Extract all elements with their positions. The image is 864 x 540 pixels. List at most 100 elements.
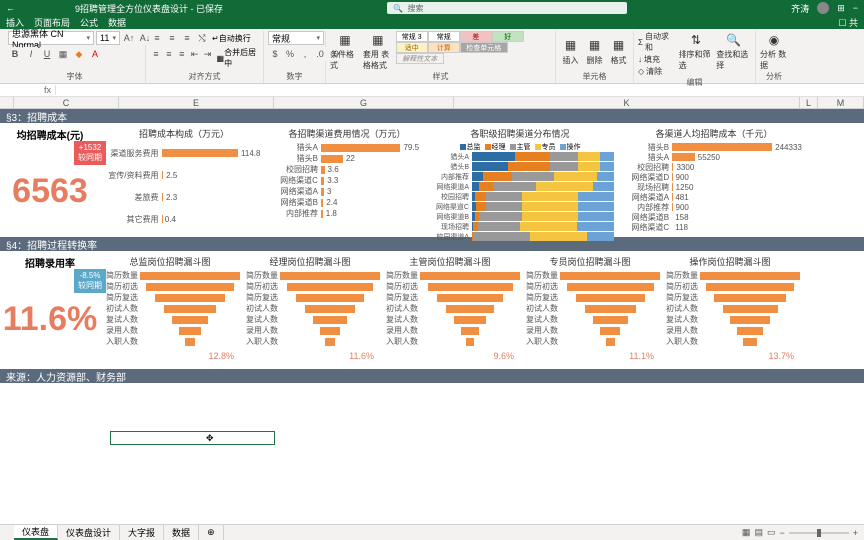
font-color-icon[interactable]: A (88, 47, 102, 61)
title-bar: ← 9招聘管理全方位仪表盘设计 - 已保存 🔍 搜索 齐涛 ⊞ − (0, 0, 864, 16)
bold-icon[interactable]: B (8, 47, 22, 61)
border-icon[interactable]: ▦ (56, 47, 70, 61)
col-header[interactable]: K (454, 97, 800, 108)
ribbon-display-icon[interactable]: ⊞ (837, 3, 845, 14)
group-cells-label: 单元格 (560, 71, 629, 83)
align-center-icon[interactable]: ≡ (163, 47, 175, 61)
align-bot-icon[interactable]: ≡ (180, 31, 194, 45)
underline-icon[interactable]: U (40, 47, 54, 61)
orientation-icon[interactable]: ⤭ (195, 31, 209, 45)
group-styles-label: 样式 (330, 71, 551, 83)
format-cells-button[interactable]: ▦格式 (608, 31, 629, 71)
indent-dec-icon[interactable]: ⇤ (189, 47, 201, 61)
group-edit-label: 编辑 (638, 77, 751, 88)
hire-rate-metric: 招聘录用率 -8.5%较同期 11.6% (0, 255, 100, 361)
document-name: 9招聘管理全方位仪表盘设计 - 已保存 (75, 2, 223, 15)
tab-data[interactable]: 数据 (108, 16, 126, 29)
per-capita-cost-chart: 各渠道人均招聘成本（千元） 猎头B244333猎头A55250校园招聘3300网… (614, 127, 814, 233)
ribbon-tabs: 插入 页面布局 公式 数据 ☐ 共 (0, 16, 864, 29)
minimize-icon[interactable]: − (853, 3, 858, 13)
merge-button[interactable]: ▦ 合并后居中 (215, 47, 259, 69)
search-icon: 🔍 (393, 4, 407, 13)
data-source-footer: 来源：人力资源部、财务部 (0, 369, 864, 383)
wrap-text-button[interactable]: ↵ 自动换行 (210, 31, 253, 45)
channel-level-dist-chart: 各职级招聘渠道分布情况 总监经理主管专员操作 猎头A猎头B内部推荐网络渠道A校园… (426, 127, 614, 233)
group-align-label: 对齐方式 (150, 71, 259, 83)
align-right-icon[interactable]: ≡ (176, 47, 188, 61)
zoom-out-button[interactable]: − (779, 528, 784, 538)
inc-decimal-icon[interactable]: .0 (313, 47, 327, 61)
share-icon[interactable]: ☐ 共 (838, 16, 858, 29)
worksheet[interactable]: §3：招聘成本 均招聘成本(元) +1532较同期 6563 招聘成本构成（万元… (0, 109, 864, 509)
font-size-combo[interactable]: 11▾ (96, 31, 120, 45)
col-header[interactable]: L (800, 97, 818, 108)
currency-icon[interactable]: $ (268, 47, 282, 61)
fx-icon[interactable]: fx (40, 85, 56, 95)
cell-style[interactable]: 好 (492, 31, 524, 42)
delete-cells-button[interactable]: ▦删除 (584, 31, 605, 71)
comma-icon[interactable]: , (298, 47, 312, 61)
sheet-tab[interactable]: 仪表盘 (14, 525, 58, 540)
metric-badge: +1532较同期 (74, 141, 106, 165)
cell-selection (110, 431, 275, 445)
percent-icon[interactable]: % (283, 47, 297, 61)
cell-style[interactable]: 适中 (396, 42, 428, 53)
col-header[interactable]: G (274, 97, 454, 108)
align-left-icon[interactable]: ≡ (150, 47, 162, 61)
metric-value: 11.6% (0, 300, 100, 339)
zoom-slider[interactable] (789, 532, 849, 534)
user-name: 齐涛 (791, 2, 809, 15)
align-mid-icon[interactable]: ≡ (165, 31, 179, 45)
format-as-table-button[interactable]: ▦套用 表格格式 (363, 31, 393, 71)
cell-style[interactable]: 差 (460, 31, 492, 42)
clear-button[interactable]: ◇ 清除 (638, 66, 662, 77)
italic-icon[interactable]: I (24, 47, 38, 61)
avatar[interactable] (817, 2, 829, 14)
cell-style[interactable]: 解释性文本 (396, 53, 444, 64)
cell-style[interactable]: 常规 (428, 31, 460, 42)
column-headers: C E G K L M (0, 97, 864, 109)
analyze-data-button[interactable]: ◉分析 数据 (760, 31, 788, 71)
back-icon[interactable]: ← (6, 3, 15, 13)
new-sheet-button[interactable]: ⊕ (199, 525, 224, 540)
autosum-button[interactable]: Σ 自动求和 (638, 31, 676, 53)
conditional-format-button[interactable]: ▦条件格式 (330, 31, 360, 71)
view-normal-icon[interactable]: ▦ (742, 527, 751, 538)
find-select-button[interactable]: 🔍查找和选择 (716, 31, 751, 71)
view-layout-icon[interactable]: ▤ (754, 527, 763, 538)
font-name-combo[interactable]: 思源黑体 CN Normal▾ (8, 31, 94, 45)
sheet-tab[interactable]: 仪表盘设计 (58, 525, 120, 540)
section3-header: §3：招聘成本 (0, 109, 864, 123)
insert-cells-button[interactable]: ▦插入 (560, 31, 581, 71)
metric-value: 6563 (0, 172, 100, 211)
number-format-combo[interactable]: 常规▾ (268, 31, 324, 45)
group-font-label: 字体 (8, 71, 141, 83)
cell-style[interactable]: 检查单元格 (460, 42, 508, 53)
sort-filter-button[interactable]: ⇅排序和筛选 (679, 31, 714, 71)
cursor-icon: ✥ (206, 433, 214, 444)
sheet-tab[interactable]: 大字报 (120, 525, 164, 540)
cell-style[interactable]: 计算 (428, 42, 460, 53)
view-break-icon[interactable]: ▭ (767, 527, 776, 538)
indent-inc-icon[interactable]: ⇥ (202, 47, 214, 61)
cell-style[interactable]: 常规 3 (396, 31, 428, 42)
increase-font-icon[interactable]: A↑ (122, 31, 136, 45)
cost-composition-chart: 招聘成本构成（万元） 渠道服务费用114.8宣传/资料费用2.5差旅费2.3其它… (100, 127, 268, 233)
col-header[interactable]: M (818, 97, 864, 108)
metric-title: 均招聘成本(元) (0, 127, 100, 142)
col-header[interactable]: C (14, 97, 119, 108)
sheet-tab[interactable]: 数据 (164, 525, 199, 540)
avg-cost-metric: 均招聘成本(元) +1532较同期 6563 (0, 127, 100, 233)
status-bar: 仪表盘 仪表盘设计 大字报 数据 ⊕ ▦ ▤ ▭ − + (0, 524, 864, 540)
align-top-icon[interactable]: ≡ (150, 31, 164, 45)
metric-title: 招聘录用率 (0, 255, 100, 270)
zoom-in-button[interactable]: + (853, 528, 858, 538)
group-analyze-label: 分析 (760, 71, 788, 83)
col-header[interactable]: E (119, 97, 274, 108)
fill-button[interactable]: ↓ 填充 (638, 54, 660, 65)
fill-color-icon[interactable]: ◆ (72, 47, 86, 61)
search-input[interactable]: 🔍 搜索 (387, 2, 627, 14)
ribbon: 思源黑体 CN Normal▾ 11▾ A↑ A↓ B I U ▦ ◆ A 字体… (0, 29, 864, 84)
group-number-label: 数字 (268, 71, 321, 83)
channel-cost-chart: 各招聘渠道费用情况（万元） 猎头A79.5猎头B22校园招聘3.6网络渠道C3.… (268, 127, 426, 233)
